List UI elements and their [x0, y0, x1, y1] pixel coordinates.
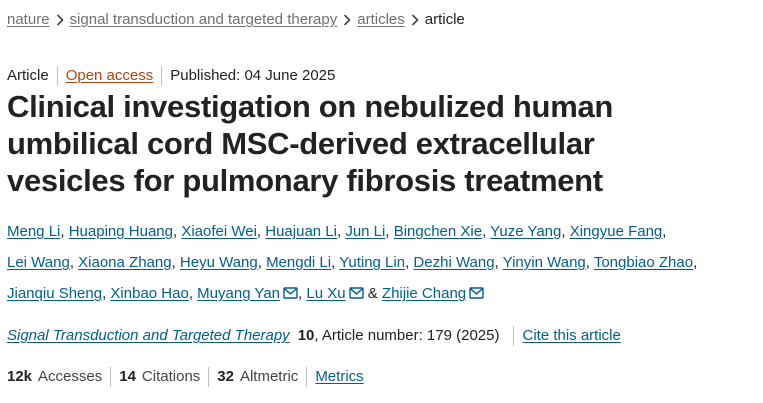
author-link[interactable]: Lu Xu [306, 285, 345, 302]
author-link[interactable]: Yuze Yang [490, 223, 561, 240]
authors-connector: & [367, 285, 378, 302]
breadcrumb-link-journal[interactable]: signal transduction and targeted therapy [70, 10, 338, 30]
article-number: , Article number: 179 (2025) [314, 327, 500, 344]
author-link[interactable]: Jianqiu Sheng [7, 285, 102, 302]
author-link[interactable]: Bingchen Xie [394, 223, 482, 240]
article-metrics: 12k Accesses 14 Citations 32 Altmetric M… [7, 367, 364, 387]
altmetric-count: 32 [217, 368, 234, 385]
author-link[interactable]: Jun Li [345, 223, 385, 240]
accesses-count: 12k [7, 368, 33, 385]
mail-icon[interactable] [283, 279, 298, 310]
divider [110, 367, 112, 387]
breadcrumb: nature signal transduction and targeted … [7, 10, 465, 30]
author-link[interactable]: Dezhi Wang [413, 254, 494, 271]
article-type: Article [7, 67, 49, 84]
author-link[interactable]: Tongbiao Zhao [594, 254, 693, 271]
divider [56, 66, 58, 86]
divider [306, 367, 308, 387]
article-meta: Article Open access Published: 04 June 2… [7, 66, 335, 86]
citations-label: Citations [141, 368, 201, 385]
author-link[interactable]: Xiaofei Wei [181, 223, 257, 240]
divider [208, 367, 210, 387]
journal-info: Signal Transduction and Targeted Therapy… [7, 326, 621, 346]
breadcrumb-current: article [424, 11, 465, 28]
author-link[interactable]: Muyang Yan [197, 285, 280, 302]
divider [513, 326, 515, 346]
altmetric-label: Altmetric [239, 368, 299, 385]
article-title: Clinical investigation on nebulized huma… [7, 89, 614, 198]
chevron-right-icon [405, 10, 425, 30]
citations-count: 14 [119, 368, 136, 385]
author-link[interactable]: Xiaona Zhang [78, 254, 171, 271]
breadcrumb-link-nature[interactable]: nature [7, 10, 50, 30]
author-link[interactable]: Yuting Lin [339, 254, 405, 271]
journal-link[interactable]: Signal Transduction and Targeted Therapy [7, 326, 290, 346]
published-date: Published: 04 June 2025 [170, 67, 336, 84]
author-link[interactable]: Huaping Huang [69, 223, 173, 240]
metrics-link[interactable]: Metrics [315, 367, 363, 387]
author-link[interactable]: Xinbao Hao [110, 285, 188, 302]
mail-icon[interactable] [348, 279, 364, 310]
mail-icon[interactable] [469, 279, 484, 310]
journal-volume: 10 [297, 327, 315, 344]
author-link[interactable]: Meng Li [7, 223, 60, 240]
divider [161, 66, 163, 86]
author-link[interactable]: Yinyin Wang [503, 254, 586, 271]
chevron-right-icon [50, 10, 70, 30]
author-link[interactable]: Lei Wang [7, 254, 70, 271]
accesses-label: Accesses [38, 368, 103, 385]
author-link[interactable]: Zhijie Chang [382, 285, 466, 302]
breadcrumb-link-articles[interactable]: articles [357, 10, 405, 30]
cite-this-article-link[interactable]: Cite this article [522, 326, 620, 346]
author-link[interactable]: Heyu Wang [180, 254, 258, 271]
author-link[interactable]: Mengdi Li [266, 254, 331, 271]
author-list: Meng Li, Huaping Huang, Xiaofei Wei, Hua… [7, 216, 707, 310]
chevron-right-icon [337, 10, 357, 30]
author-link[interactable]: Huajuan Li [265, 223, 337, 240]
open-access-link[interactable]: Open access [66, 66, 154, 86]
author-link[interactable]: Xingyue Fang [570, 223, 663, 240]
